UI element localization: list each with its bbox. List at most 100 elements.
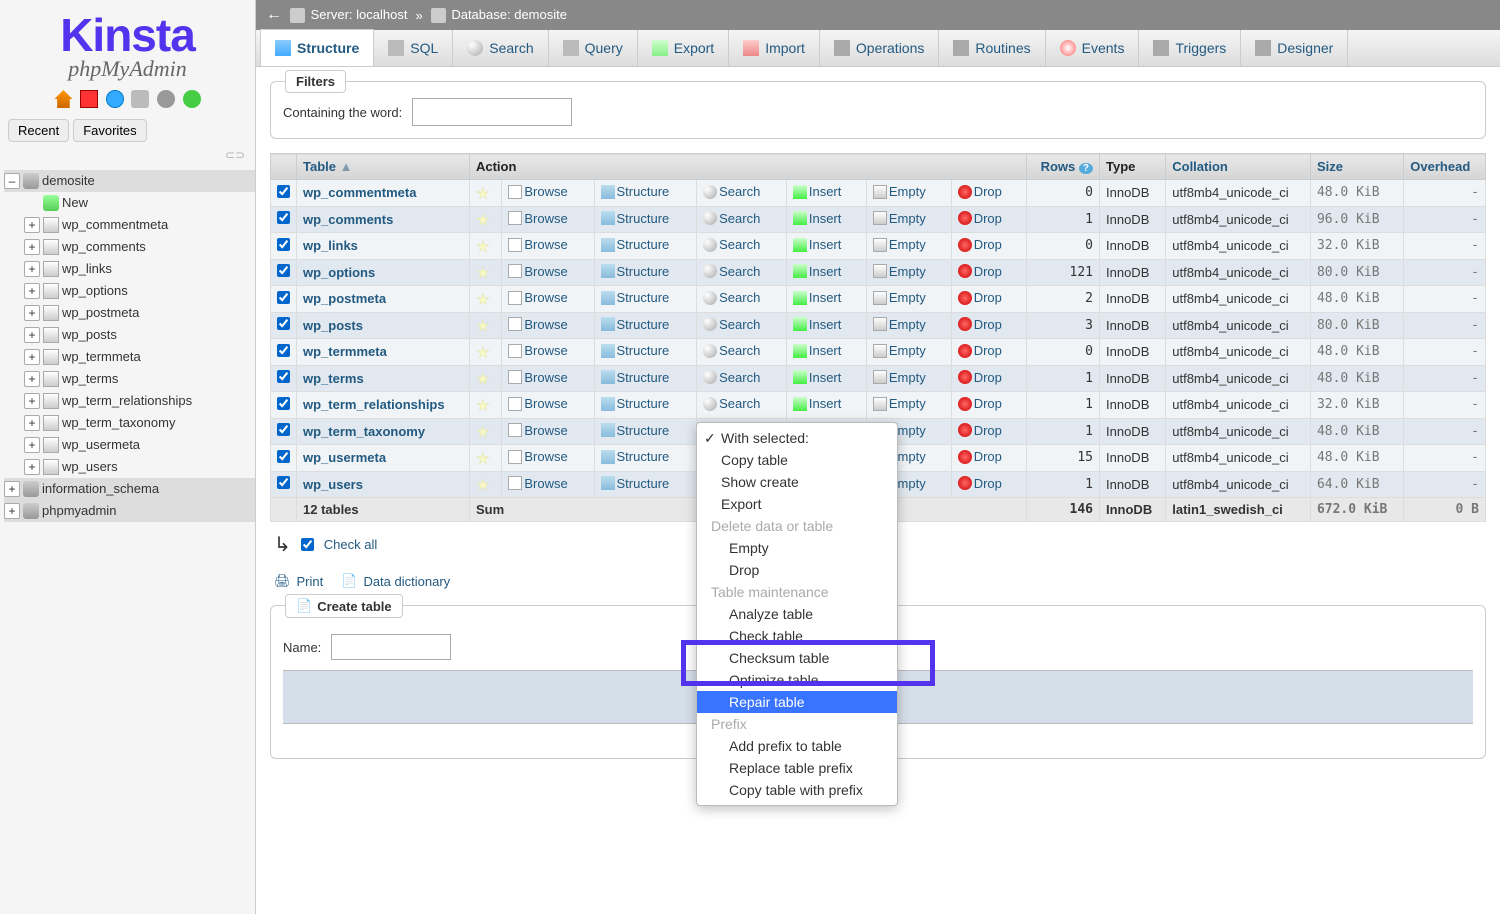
action-empty[interactable]: Empty [873,264,926,279]
action-insert[interactable]: Insert [793,370,842,385]
tree-expander-icon[interactable] [24,437,40,453]
tree-item[interactable]: wp_term_taxonomy [4,412,255,434]
tree-expander-icon[interactable] [24,283,40,299]
dropdown-item[interactable]: Add prefix to table [697,735,897,757]
star-icon[interactable] [476,425,490,439]
action-insert[interactable]: Insert [793,396,842,411]
hdr-rows[interactable]: Rows ? [1026,154,1099,180]
tree-item[interactable]: demosite [4,170,255,192]
dropdown-item[interactable]: Checksum table [697,647,897,669]
breadcrumb-server[interactable]: Server: localhost [290,7,407,23]
star-icon[interactable] [476,213,490,227]
tree-item[interactable]: wp_links [4,258,255,280]
action-search[interactable]: Search [703,184,760,199]
action-drop[interactable]: Drop [958,317,1002,332]
dropdown-item[interactable]: Replace table prefix [697,757,897,779]
action-structure[interactable]: Structure [601,264,670,279]
row-checkbox[interactable] [277,238,290,251]
tree-item[interactable]: phpmyadmin [4,500,255,522]
action-browse[interactable]: Browse [508,237,567,252]
tab-routines[interactable]: Routines [939,30,1045,66]
table-link[interactable]: wp_commentmeta [303,185,416,200]
action-empty[interactable]: Empty [873,343,926,358]
dropdown-item[interactable]: Copy table [697,449,897,471]
star-icon[interactable] [476,266,490,280]
action-structure[interactable]: Structure [601,343,670,358]
tree-item[interactable]: wp_usermeta [4,434,255,456]
table-link[interactable]: wp_postmeta [303,291,386,306]
tab-operations[interactable]: Operations [820,30,939,66]
action-structure[interactable]: Structure [601,396,670,411]
table-link[interactable]: wp_links [303,238,358,253]
tree-expander-icon[interactable] [4,173,20,189]
action-empty[interactable]: Empty [873,290,926,305]
table-link[interactable]: wp_posts [303,318,363,333]
tree-expander-icon[interactable] [24,349,40,365]
action-structure[interactable]: Structure [601,237,670,252]
tree-expander-icon[interactable] [24,371,40,387]
tab-structure[interactable]: Structure [260,29,374,66]
dropdown-item[interactable]: Optimize table [697,669,897,691]
star-icon[interactable] [476,372,490,386]
row-checkbox[interactable] [277,397,290,410]
action-insert[interactable]: Insert [793,264,842,279]
create-name-input[interactable] [331,634,451,660]
action-drop[interactable]: Drop [958,449,1002,464]
sql-icon[interactable] [131,90,149,108]
action-search[interactable]: Search [703,396,760,411]
action-browse[interactable]: Browse [508,396,567,411]
settings-icon[interactable] [157,90,175,108]
star-icon[interactable] [476,452,490,466]
reload-icon[interactable] [183,90,201,108]
table-link[interactable]: wp_users [303,477,363,492]
panel-link-icon[interactable]: ⊂⊃ [0,146,255,168]
action-empty[interactable]: Empty [873,370,926,385]
tab-events[interactable]: Events [1046,30,1140,66]
tree-item[interactable]: wp_term_relationships [4,390,255,412]
table-link[interactable]: wp_termmeta [303,344,387,359]
action-drop[interactable]: Drop [958,343,1002,358]
tree-expander-icon[interactable] [24,195,40,211]
docs-icon[interactable] [106,90,124,108]
action-drop[interactable]: Drop [958,264,1002,279]
tree-expander-icon[interactable] [24,393,40,409]
action-structure[interactable]: Structure [601,290,670,305]
tree-item[interactable]: wp_options [4,280,255,302]
row-checkbox[interactable] [277,264,290,277]
action-structure[interactable]: Structure [601,449,670,464]
star-icon[interactable] [476,478,490,492]
action-search[interactable]: Search [703,317,760,332]
dropdown-item[interactable]: Analyze table [697,603,897,625]
checkall-link[interactable]: Check all [324,537,377,552]
action-browse[interactable]: Browse [508,476,567,491]
hdr-table[interactable]: Table ▲ [297,154,470,180]
tree-item[interactable]: wp_terms [4,368,255,390]
hdr-collation[interactable]: Collation [1166,154,1311,180]
tree-item[interactable]: wp_comments [4,236,255,258]
table-link[interactable]: wp_terms [303,371,364,386]
action-insert[interactable]: Insert [793,317,842,332]
action-structure[interactable]: Structure [601,370,670,385]
tree-expander-icon[interactable] [24,239,40,255]
dropdown-item[interactable]: With selected: [697,427,897,449]
tab-query[interactable]: Query [549,30,638,66]
action-structure[interactable]: Structure [601,211,670,226]
favorites-tab[interactable]: Favorites [73,119,146,142]
tree-item[interactable]: wp_postmeta [4,302,255,324]
star-icon[interactable] [476,240,490,254]
action-search[interactable]: Search [703,370,760,385]
action-empty[interactable]: Empty [873,184,926,199]
action-browse[interactable]: Browse [508,423,567,438]
tree-expander-icon[interactable] [24,305,40,321]
tree-item[interactable]: wp_commentmeta [4,214,255,236]
data-dictionary-link[interactable]: Data dictionary [363,574,450,589]
tree-item[interactable]: information_schema [4,478,255,500]
action-browse[interactable]: Browse [508,317,567,332]
action-drop[interactable]: Drop [958,476,1002,491]
dropdown-item[interactable]: Empty [697,537,897,559]
row-checkbox[interactable] [277,211,290,224]
print-link[interactable]: Print [297,574,324,589]
star-icon[interactable] [476,293,490,307]
tree-item[interactable]: wp_posts [4,324,255,346]
action-insert[interactable]: Insert [793,237,842,252]
